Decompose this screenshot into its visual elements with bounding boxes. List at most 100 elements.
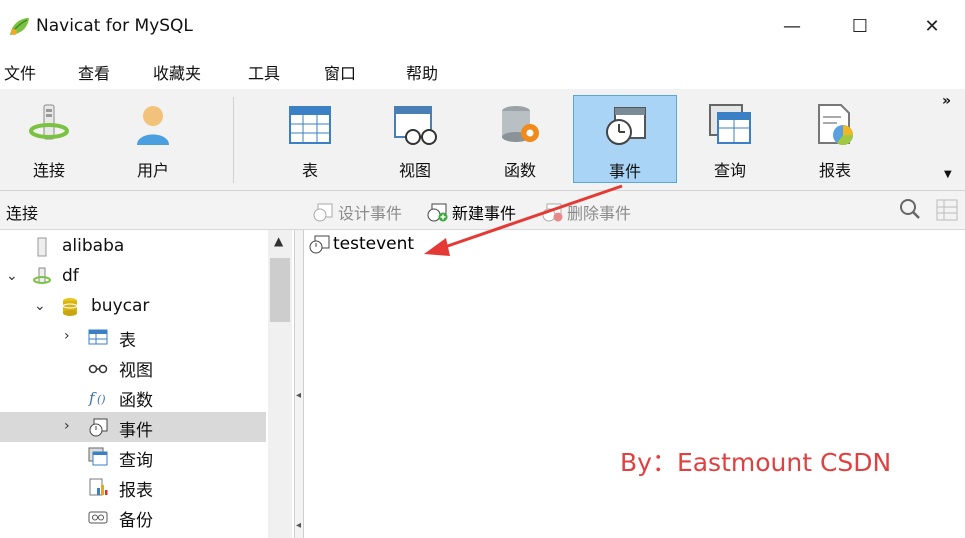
toolbar-user-label: 用户: [136, 161, 169, 180]
title-bar: Navicat for MySQL — ☐ ✕: [0, 0, 965, 52]
user-icon: [137, 106, 169, 145]
toolbar-user-button[interactable]: 用户: [101, 95, 205, 183]
window-title: Navicat for MySQL: [36, 16, 193, 36]
tree-scrollbar[interactable]: ▲: [268, 230, 292, 538]
object-list-pane: testevent By：Eastmount CSDN: [304, 230, 965, 538]
tree-item-label: df: [62, 266, 79, 286]
new-event-button[interactable]: 新建事件: [426, 200, 516, 224]
delete-event-button[interactable]: 删除事件: [541, 200, 631, 224]
splitter-grip-icon[interactable]: ◂: [296, 520, 301, 531]
new-event-icon: [427, 203, 448, 222]
toolbar-report-label: 报表: [818, 161, 851, 180]
tree-item-label: 查询: [119, 451, 153, 471]
function-icon: f (): [88, 389, 106, 407]
view-icon: [394, 106, 437, 145]
expand-arrow-icon[interactable]: ⌄: [6, 268, 18, 284]
tree-item-queries[interactable]: 查询: [0, 442, 266, 472]
tree-item-label: 函数: [119, 391, 153, 411]
tree-item-views[interactable]: 视图: [0, 352, 266, 382]
tree-item-buycar[interactable]: ⌄ buycar: [0, 292, 266, 322]
toolbar-function-button[interactable]: 函数: [468, 95, 572, 183]
connection-pane-title: 连接: [6, 204, 39, 223]
tree-item-alibaba[interactable]: alibaba: [0, 232, 266, 262]
backup-icon: [88, 511, 108, 524]
object-toolbar: 连接 设计事件 新建事件 删除事件: [0, 191, 965, 230]
connection-tree-panel: alibaba ⌄ df ⌄ buycar › 表 视图 f () 函数 › 事…: [0, 230, 295, 538]
delete-event-icon: [542, 203, 563, 222]
menu-file[interactable]: 文件: [4, 60, 36, 84]
toolbar-report-button[interactable]: 报表: [783, 95, 887, 183]
menu-view[interactable]: 查看: [78, 60, 110, 84]
design-event-label: 设计事件: [338, 204, 403, 223]
minimize-button[interactable]: —: [772, 10, 812, 42]
search-icon[interactable]: [897, 196, 923, 222]
toolbar-view-button[interactable]: 视图: [363, 95, 467, 183]
server-icon: [37, 237, 47, 257]
collapse-arrow-icon[interactable]: ›: [64, 418, 70, 434]
event-item-testevent[interactable]: testevent: [308, 234, 414, 254]
report-icon: [89, 478, 108, 496]
tree-item-backup[interactable]: 备份: [0, 502, 266, 532]
scroll-up-icon[interactable]: ▲: [274, 234, 283, 248]
menu-help[interactable]: 帮助: [406, 60, 438, 84]
connection-icon: [29, 104, 69, 140]
tree-item-functions[interactable]: f () 函数: [0, 382, 266, 412]
navicat-logo-icon: [10, 18, 29, 35]
scrollbar-thumb[interactable]: [270, 258, 290, 322]
collapse-arrow-icon[interactable]: ›: [64, 328, 70, 344]
tree-item-label: 事件: [119, 421, 153, 441]
toolbar-query-label: 查询: [713, 161, 746, 180]
function-icon: [502, 106, 539, 142]
tree-item-label: 表: [119, 331, 136, 351]
tree-item-label: 备份: [119, 511, 153, 531]
design-event-icon: [313, 203, 333, 222]
event-icon: [309, 235, 330, 254]
toolbar-separator: [233, 97, 234, 183]
new-event-label: 新建事件: [452, 204, 517, 223]
toolbar-event-label: 事件: [608, 162, 641, 181]
pane-splitter[interactable]: ◂ ◂: [295, 230, 304, 538]
database-icon: [62, 298, 78, 316]
event-icon: [606, 107, 646, 145]
toolbar-event-button[interactable]: 事件: [573, 95, 677, 183]
menu-tools[interactable]: 工具: [248, 60, 280, 84]
toolbar-connection-button[interactable]: 连接: [0, 95, 101, 183]
tree-item-df[interactable]: ⌄ df: [0, 262, 266, 292]
tree-item-label: 报表: [119, 481, 153, 501]
table-icon: [289, 106, 331, 144]
grid-view-icon[interactable]: [934, 197, 960, 223]
report-icon: [818, 104, 853, 145]
table-icon: [88, 329, 108, 345]
svg-text:f: f: [88, 389, 97, 407]
toolbar-query-button[interactable]: 查询: [678, 95, 782, 183]
connection-icon: [33, 267, 51, 284]
toolbar-view-label: 视图: [398, 161, 431, 180]
maximize-button[interactable]: ☐: [840, 10, 880, 42]
menu-window[interactable]: 窗口: [324, 60, 356, 84]
toolbar-table-label: 表: [301, 161, 318, 180]
tree-item-tables[interactable]: › 表: [0, 322, 266, 352]
query-icon: [709, 104, 751, 144]
tree-item-label: alibaba: [62, 236, 125, 256]
main-toolbar: 连接 用户 表 视图 函数 事件 查询 报表 » ▼: [0, 89, 965, 191]
menu-favorites[interactable]: 收藏夹: [153, 60, 201, 84]
tree-item-events[interactable]: › 事件: [0, 412, 266, 442]
toolbar-more-button[interactable]: »: [942, 93, 951, 109]
close-button[interactable]: ✕: [912, 10, 952, 42]
toolbar-table-button[interactable]: 表: [258, 95, 362, 183]
splitter-grip-icon[interactable]: ◂: [296, 390, 301, 401]
tree-item-reports[interactable]: 报表: [0, 472, 266, 502]
event-icon: [89, 418, 108, 437]
watermark-text: By：Eastmount CSDN: [620, 448, 892, 477]
toolbar-overflow-down-icon[interactable]: ▼: [944, 169, 952, 180]
delete-event-label: 删除事件: [567, 204, 632, 223]
svg-text:(): (): [97, 393, 106, 406]
event-item-label: testevent: [333, 234, 415, 254]
design-event-button[interactable]: 设计事件: [312, 200, 402, 224]
view-icon: [88, 364, 108, 374]
tree-item-label: 视图: [119, 361, 153, 381]
menu-bar: 文件 查看 收藏夹 工具 窗口 帮助: [0, 52, 965, 90]
expand-arrow-icon[interactable]: ⌄: [34, 298, 46, 314]
toolbar-connection-label: 连接: [32, 161, 65, 180]
toolbar-function-label: 函数: [503, 161, 536, 180]
